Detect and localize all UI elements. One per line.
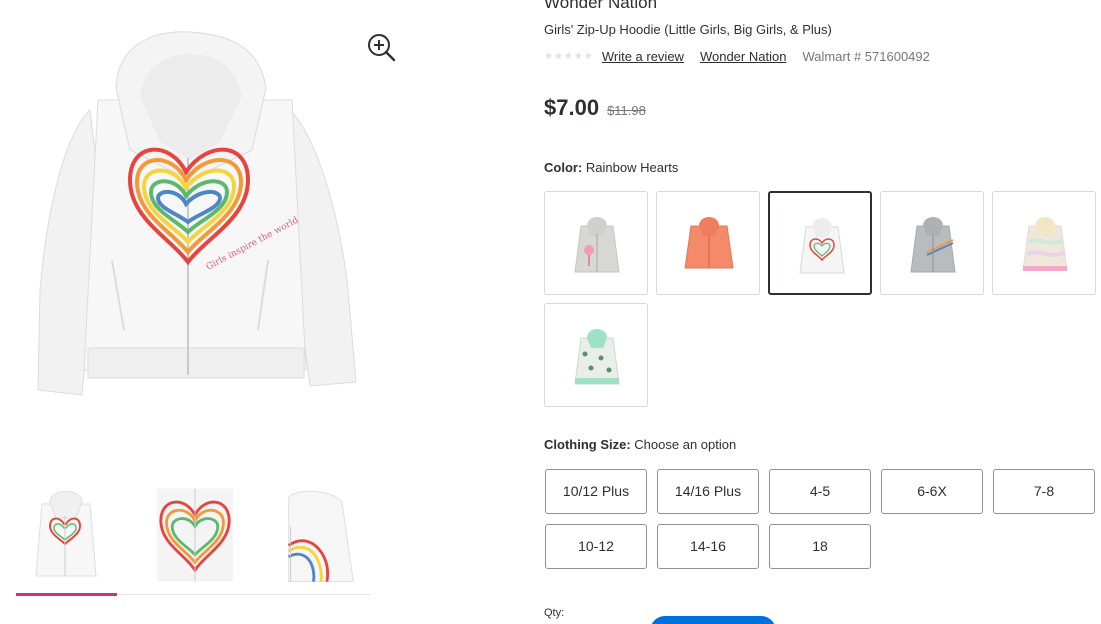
active-thumbnail-indicator xyxy=(16,593,117,596)
thumbnail-front[interactable] xyxy=(16,478,116,594)
thumbnail-heart-detail[interactable] xyxy=(146,478,246,594)
rainbow-heart-hoodie-icon xyxy=(799,218,845,274)
write-review-link[interactable]: Write a review xyxy=(602,49,684,64)
main-product-image[interactable]: Girls inspire the world xyxy=(20,30,370,410)
size-option-10-12-plus[interactable]: 10/12 Plus xyxy=(545,469,647,514)
thumbnail-side[interactable] xyxy=(273,478,373,594)
size-option-7-8[interactable]: 7-8 xyxy=(993,469,1095,514)
mint-print-hoodie-icon xyxy=(574,329,620,385)
quantity-label: Qty: xyxy=(544,607,565,619)
size-option-label: Clothing Size: Choose an option xyxy=(544,437,736,452)
rating-stars-icon: ★★★★★ xyxy=(544,50,594,62)
size-option-10-12[interactable]: 10-12 xyxy=(545,524,647,569)
color-swatch-rainbow-hearts[interactable] xyxy=(768,191,872,295)
color-label-key: Color: xyxy=(544,160,583,175)
color-selected-value: Rainbow Hearts xyxy=(585,160,679,175)
size-option-4-5[interactable]: 4-5 xyxy=(769,469,871,514)
color-swatch-flamingo[interactable] xyxy=(544,191,648,295)
product-gallery: Girls inspire the world xyxy=(0,0,420,624)
color-swatch-gray-rainbow[interactable] xyxy=(880,191,984,295)
brand-heading: Wonder Nation xyxy=(544,0,658,12)
add-to-cart-button[interactable] xyxy=(650,616,776,624)
gray-rainbow-hoodie-icon xyxy=(910,217,956,273)
brand-link[interactable]: Wonder Nation xyxy=(700,49,786,64)
product-info: Wonder Nation Girls' Zip-Up Hoodie (Litt… xyxy=(544,0,1101,624)
size-option-14-16[interactable]: 14-16 xyxy=(657,524,759,569)
flamingo-hoodie-icon xyxy=(574,217,620,273)
color-swatch-coral[interactable] xyxy=(656,191,760,295)
size-label-key: Clothing Size: xyxy=(544,437,631,452)
size-option-6-6x[interactable]: 6-6X xyxy=(881,469,983,514)
size-option-14-16-plus[interactable]: 14/16 Plus xyxy=(657,469,759,514)
product-meta-row: ★★★★★ Write a review Wonder Nation Walma… xyxy=(544,47,930,65)
thumbnail-strip xyxy=(16,478,373,596)
product-title: Girls' Zip-Up Hoodie (Little Girls, Big … xyxy=(544,22,832,37)
color-swatch-pastel-tiedye[interactable] xyxy=(992,191,1096,295)
zoom-in-icon[interactable] xyxy=(366,32,396,62)
color-option-label: Color: Rainbow Hearts xyxy=(544,160,678,175)
size-selected-value: Choose an option xyxy=(634,437,737,452)
color-swatch-mint-print[interactable] xyxy=(544,303,648,407)
was-price: $11.98 xyxy=(607,103,646,118)
current-price: $7.00 xyxy=(544,95,600,120)
pastel-tiedye-hoodie-icon xyxy=(1022,217,1068,271)
size-option-18[interactable]: 18 xyxy=(769,524,871,569)
item-number: Walmart # 571600492 xyxy=(802,48,930,64)
price-row: $7.00 $11.98 xyxy=(544,95,646,121)
coral-hoodie-icon xyxy=(684,217,734,269)
